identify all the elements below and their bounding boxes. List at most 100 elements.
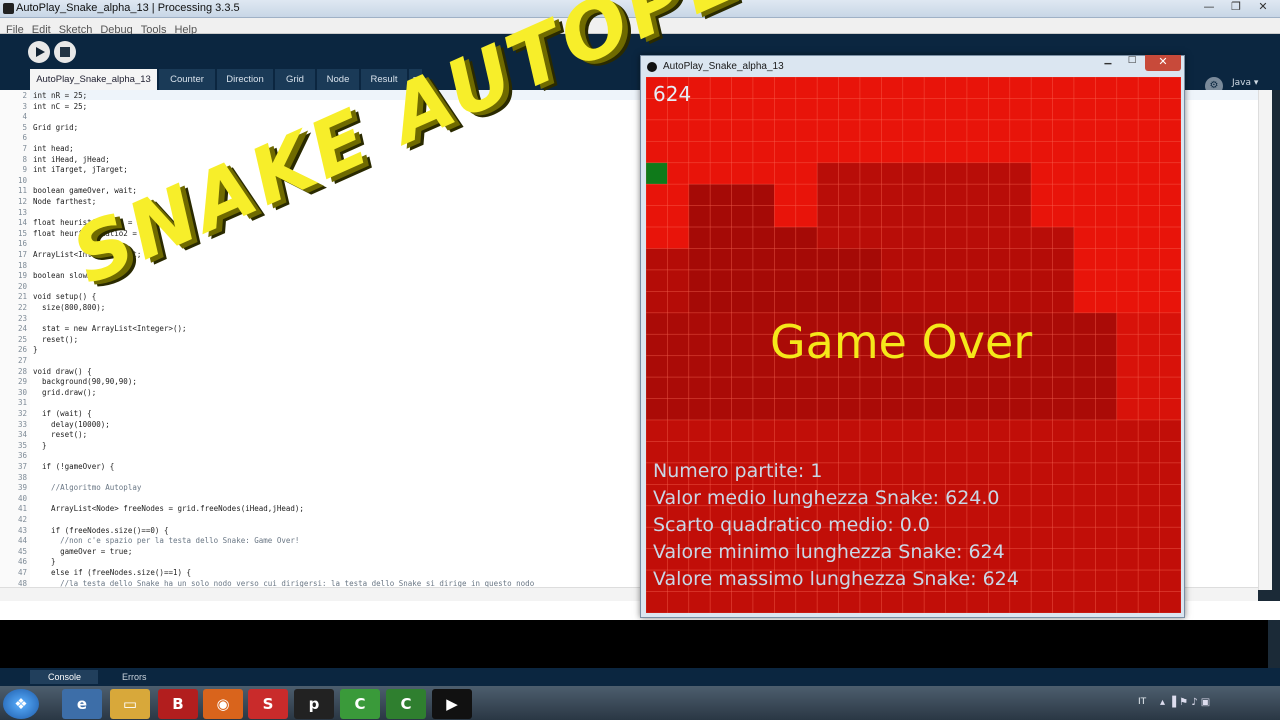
grid-cell bbox=[1116, 183, 1139, 206]
grid-cell bbox=[923, 226, 946, 249]
grid-cell bbox=[1137, 183, 1160, 206]
grid-cell bbox=[1095, 441, 1118, 464]
grid-cell bbox=[667, 119, 690, 142]
run-button[interactable] bbox=[28, 41, 50, 63]
code-line: int nR = 25; bbox=[33, 91, 88, 100]
stop-button[interactable] bbox=[54, 41, 76, 63]
grid-cell bbox=[1030, 591, 1053, 613]
grid-cell bbox=[859, 183, 882, 206]
tab-grid[interactable]: Grid bbox=[275, 69, 315, 90]
grid-cell bbox=[881, 591, 904, 613]
grid-cell bbox=[966, 205, 989, 228]
grid-cell bbox=[1030, 140, 1053, 164]
console-output[interactable] bbox=[0, 620, 1268, 668]
line-number: 41 bbox=[17, 504, 27, 514]
bandicam-icon[interactable]: B bbox=[158, 689, 198, 719]
line-number: 40 bbox=[17, 493, 27, 503]
line-number: 4 bbox=[22, 112, 27, 122]
line-number: 43 bbox=[17, 525, 27, 535]
grid-cell bbox=[731, 162, 754, 185]
grid-cell bbox=[709, 248, 732, 271]
line-number: 17 bbox=[17, 250, 27, 259]
line-number: 27 bbox=[17, 356, 27, 365]
tray-icons[interactable]: ▴ ▐ ⚑ ♪ ▣ bbox=[1160, 697, 1210, 708]
grid-cell bbox=[1052, 569, 1075, 592]
grid-cell bbox=[859, 591, 882, 613]
editor-vertical-scrollbar[interactable] bbox=[1258, 90, 1272, 590]
grid-cell bbox=[1052, 140, 1075, 164]
grid-cell bbox=[667, 591, 690, 613]
line-number: 3 bbox=[22, 101, 27, 111]
grid-cell bbox=[988, 462, 1011, 485]
grid-cell bbox=[945, 269, 968, 292]
camtasia-recorder-icon[interactable]: C bbox=[386, 689, 426, 719]
game-canvas[interactable]: 624 Game Over Numero partite: 1 Valor me… bbox=[646, 77, 1181, 613]
grid-cell bbox=[646, 355, 668, 378]
grid-cell bbox=[816, 591, 839, 613]
grid-cell bbox=[731, 248, 754, 271]
grid-cell bbox=[902, 183, 925, 206]
grid-cell bbox=[667, 205, 690, 228]
close-icon[interactable]: ✕ bbox=[1249, 0, 1277, 16]
firefox-icon[interactable]: ◉ bbox=[203, 689, 243, 719]
grid-cell bbox=[1159, 462, 1181, 485]
grid-cell bbox=[966, 98, 989, 121]
sketch-close-icon[interactable]: ✕ bbox=[1145, 55, 1181, 71]
grid-cell bbox=[752, 376, 775, 399]
grid-cell bbox=[838, 183, 861, 206]
file-explorer-icon[interactable]: ▭ bbox=[110, 689, 150, 719]
processing-taskbar-icon[interactable]: p bbox=[294, 689, 334, 719]
grid-cell bbox=[774, 140, 797, 164]
grid-cell bbox=[838, 419, 861, 442]
grid-cell bbox=[774, 398, 797, 421]
tab-errors[interactable]: Errors bbox=[104, 670, 164, 684]
sketch-minimize-icon[interactable]: ▁ bbox=[1097, 55, 1119, 69]
line-number: 15 bbox=[17, 228, 27, 238]
grid-cell bbox=[1030, 291, 1053, 314]
app-s-icon[interactable]: S bbox=[248, 689, 288, 719]
maximize-icon[interactable]: ❐ bbox=[1222, 0, 1250, 16]
grid-cell bbox=[988, 376, 1011, 399]
grid-cell bbox=[966, 269, 989, 292]
mode-selector[interactable]: Java ▾ bbox=[1232, 78, 1258, 88]
sketch-window[interactable]: AutoPlay_Snake_alpha_13 ▁ □ ✕ 624 Game O… bbox=[640, 55, 1185, 618]
grid-cell bbox=[667, 312, 690, 335]
start-button-icon[interactable]: ❖ bbox=[3, 689, 39, 719]
tab-direction[interactable]: Direction bbox=[217, 69, 273, 90]
grid-cell bbox=[902, 98, 925, 121]
minimize-icon[interactable]: — bbox=[1195, 0, 1223, 16]
tab-node[interactable]: Node bbox=[317, 69, 359, 90]
grid-cell bbox=[1073, 291, 1096, 314]
grid-cell bbox=[966, 376, 989, 399]
grid-cell bbox=[1137, 98, 1160, 121]
grid-cell bbox=[731, 591, 754, 613]
grid-cell bbox=[923, 248, 946, 271]
grid-cell bbox=[988, 291, 1011, 314]
grid-cell bbox=[902, 77, 925, 99]
window-title: AutoPlay_Snake_alpha_13 | Processing 3.3… bbox=[16, 2, 240, 14]
grid-cell bbox=[731, 77, 754, 99]
running-sketch-icon[interactable]: ▶ bbox=[432, 689, 472, 719]
grid-cell bbox=[816, 248, 839, 271]
tab-autoplay-snake[interactable]: AutoPlay_Snake_alpha_13 bbox=[30, 69, 157, 90]
grid-cell bbox=[688, 248, 711, 271]
tab-counter[interactable]: Counter bbox=[159, 69, 215, 90]
grid-cell bbox=[966, 119, 989, 142]
tab-console[interactable]: Console bbox=[30, 670, 98, 684]
grid-cell bbox=[1030, 183, 1053, 206]
grid-cell bbox=[774, 291, 797, 314]
line-number: 22 bbox=[17, 303, 27, 312]
language-indicator[interactable]: IT bbox=[1138, 697, 1146, 707]
grid-cell bbox=[859, 226, 882, 249]
grid-cell bbox=[988, 77, 1011, 99]
grid-cell bbox=[859, 248, 882, 271]
sketch-maximize-icon[interactable]: □ bbox=[1121, 55, 1143, 69]
grid-cell bbox=[1073, 248, 1096, 271]
grid-cell bbox=[816, 398, 839, 421]
grid-cell bbox=[709, 119, 732, 142]
camtasia-icon[interactable]: C bbox=[340, 689, 380, 719]
stat-max-length: Valore massimo lunghezza Snake: 624 bbox=[653, 568, 1019, 590]
grid-cell bbox=[774, 248, 797, 271]
internet-explorer-icon[interactable]: e bbox=[62, 689, 102, 719]
grid-cell bbox=[752, 248, 775, 271]
